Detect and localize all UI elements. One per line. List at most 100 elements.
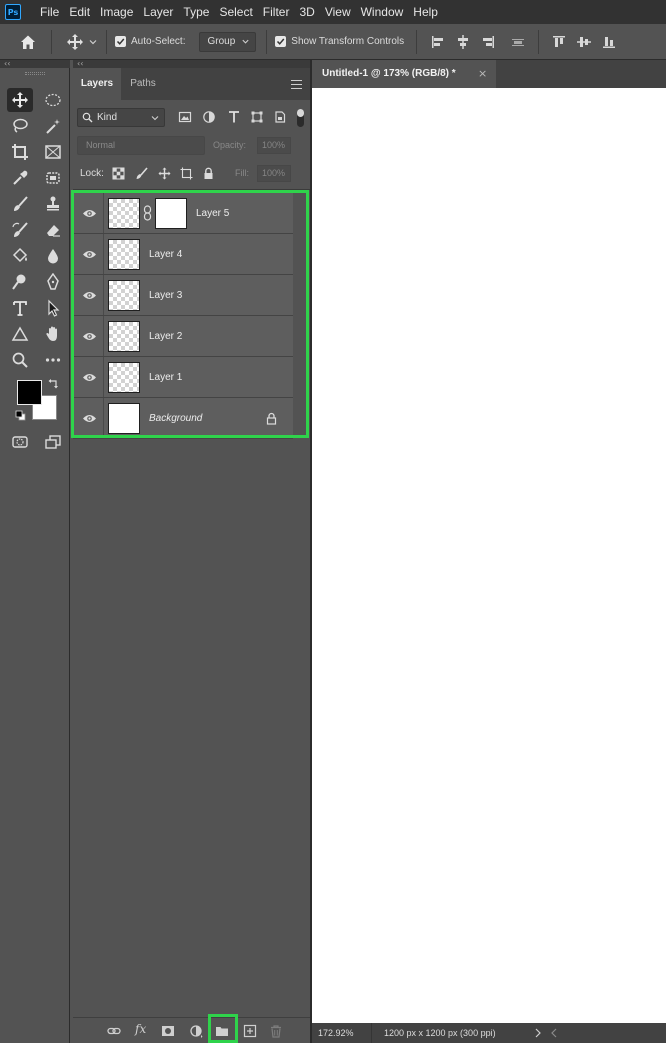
layer-row-layer-4[interactable]: Layer 4 — [73, 234, 293, 275]
layer-name[interactable]: Background — [149, 398, 202, 439]
auto-select-target-dropdown[interactable]: Group — [199, 31, 257, 52]
lock-transparent-pixels-icon[interactable] — [112, 167, 125, 180]
filter-adjustment-layers-icon[interactable] — [202, 110, 216, 124]
new-layer-icon[interactable] — [243, 1024, 257, 1038]
document-canvas[interactable] — [312, 88, 666, 1023]
home-icon[interactable] — [19, 33, 37, 51]
layer-thumbnail[interactable] — [108, 198, 140, 229]
document-info[interactable]: 1200 px x 1200 px (300 ppi) — [384, 1023, 496, 1043]
align-left-edges-icon[interactable] — [430, 34, 446, 50]
mask-link-icon[interactable] — [143, 205, 152, 221]
layer-thumbnail[interactable] — [108, 280, 140, 311]
layer-name[interactable]: Layer 5 — [196, 193, 229, 234]
filter-type-layers-icon[interactable] — [227, 110, 241, 124]
quick-mask-mode[interactable] — [7, 430, 33, 454]
distribute-vertical-icon[interactable] — [510, 34, 526, 50]
magic-wand-tool[interactable] — [40, 114, 66, 138]
patch-tool[interactable] — [40, 166, 66, 190]
photoshop-logo-icon[interactable]: Ps — [5, 4, 21, 20]
collapse-panels-icon[interactable]: ‹‹ — [77, 59, 83, 68]
layer-thumbnail[interactable] — [108, 321, 140, 352]
new-fill-adjustment-layer-icon[interactable] — [189, 1024, 203, 1038]
menu-file[interactable]: File — [35, 0, 64, 24]
layer-name[interactable]: Layer 1 — [149, 357, 182, 398]
menu-type[interactable]: Type — [178, 0, 214, 24]
layer-thumbnail[interactable] — [108, 239, 140, 270]
tab-paths[interactable]: Paths — [121, 68, 165, 100]
filter-kind-dropdown[interactable]: Kind — [77, 108, 165, 127]
visibility-toggle[interactable] — [73, 398, 104, 438]
lock-artboard-icon[interactable] — [180, 167, 193, 180]
move-tool-preset-icon[interactable] — [66, 33, 84, 51]
crop-tool[interactable] — [7, 140, 33, 164]
layer-row-layer-1[interactable]: Layer 1 — [73, 357, 293, 398]
auto-select-checkbox[interactable] — [115, 36, 126, 47]
menu-window[interactable]: Window — [356, 0, 409, 24]
visibility-toggle[interactable] — [73, 275, 104, 315]
close-document-icon[interactable]: × — [478, 66, 487, 82]
brush-tool[interactable] — [7, 192, 33, 216]
filter-smart-objects-icon[interactable] — [273, 110, 287, 124]
align-top-edges-icon[interactable] — [551, 34, 567, 50]
toolbar-grip[interactable] — [25, 72, 45, 75]
blend-mode-dropdown[interactable]: Normal — [77, 136, 205, 155]
path-selection-tool[interactable] — [40, 296, 66, 320]
fill-field[interactable]: 100% — [257, 165, 291, 182]
lock-image-pixels-icon[interactable] — [135, 167, 148, 180]
dodge-tool[interactable] — [7, 270, 33, 294]
screen-mode[interactable] — [40, 430, 66, 454]
default-colors-icon[interactable] — [15, 410, 26, 421]
layer-row-layer-2[interactable]: Layer 2 — [73, 316, 293, 357]
swap-colors-icon[interactable] — [48, 378, 59, 389]
foreground-color-swatch[interactable] — [17, 380, 42, 405]
opacity-field[interactable]: 100% — [257, 137, 291, 154]
history-brush-tool[interactable] — [7, 218, 33, 242]
blur-tool[interactable] — [40, 244, 66, 268]
move-tool[interactable] — [7, 88, 33, 112]
frame-tool[interactable] — [40, 140, 66, 164]
toolbar-collapse-strip[interactable]: ‹‹ — [0, 60, 70, 68]
align-vertical-centers-icon[interactable] — [576, 34, 592, 50]
visibility-toggle[interactable] — [73, 234, 104, 274]
lock-all-icon[interactable] — [202, 167, 215, 180]
layer-name[interactable]: Layer 4 — [149, 234, 182, 275]
layer-thumbnail[interactable] — [108, 362, 140, 393]
more-tools[interactable] — [40, 348, 66, 372]
shape-tool[interactable] — [7, 322, 33, 346]
filter-toggle-switch[interactable] — [297, 109, 304, 127]
visibility-toggle[interactable] — [73, 316, 104, 356]
menu-image[interactable]: Image — [95, 0, 138, 24]
lock-position-icon[interactable] — [158, 167, 171, 180]
layer-name[interactable]: Layer 3 — [149, 275, 182, 316]
document-tab[interactable]: Untitled-1 @ 173% (RGB/8) * — [312, 60, 496, 88]
menu-select[interactable]: Select — [214, 0, 257, 24]
menu-filter[interactable]: Filter — [258, 0, 295, 24]
pen-tool[interactable] — [40, 270, 66, 294]
chevron-right-icon[interactable] — [534, 1028, 542, 1038]
layer-row-layer-3[interactable]: Layer 3 — [73, 275, 293, 316]
add-layer-mask-icon[interactable] — [161, 1024, 175, 1038]
menu-view[interactable]: View — [320, 0, 356, 24]
lasso-tool[interactable] — [7, 114, 33, 138]
zoom-level-field[interactable]: 172.92% — [312, 1023, 372, 1043]
layer-lock-icon[interactable] — [266, 412, 277, 425]
visibility-toggle[interactable] — [73, 357, 104, 397]
show-transform-controls-checkbox[interactable] — [275, 36, 287, 47]
eraser-tool[interactable] — [40, 218, 66, 242]
hand-tool[interactable] — [40, 322, 66, 346]
layer-style-fx-icon[interactable]: fx — [135, 1022, 146, 1036]
menu-layer[interactable]: Layer — [138, 0, 178, 24]
visibility-toggle[interactable] — [73, 193, 104, 233]
new-group-folder-icon[interactable] — [215, 1024, 229, 1038]
menu-3d[interactable]: 3D — [294, 0, 319, 24]
delete-layer-trash-icon[interactable] — [269, 1024, 283, 1038]
layer-row-layer-5[interactable]: Layer 5 — [73, 193, 293, 234]
zoom-tool[interactable] — [7, 348, 33, 372]
filter-shape-layers-icon[interactable] — [250, 110, 264, 124]
chevron-left-icon[interactable] — [550, 1028, 558, 1038]
layer-name[interactable]: Layer 2 — [149, 316, 182, 357]
paint-bucket-tool[interactable] — [7, 244, 33, 268]
clone-stamp-tool[interactable] — [40, 192, 66, 216]
chevron-down-icon[interactable] — [88, 37, 98, 47]
panel-collapse-strip[interactable]: ‹‹ — [73, 60, 310, 68]
